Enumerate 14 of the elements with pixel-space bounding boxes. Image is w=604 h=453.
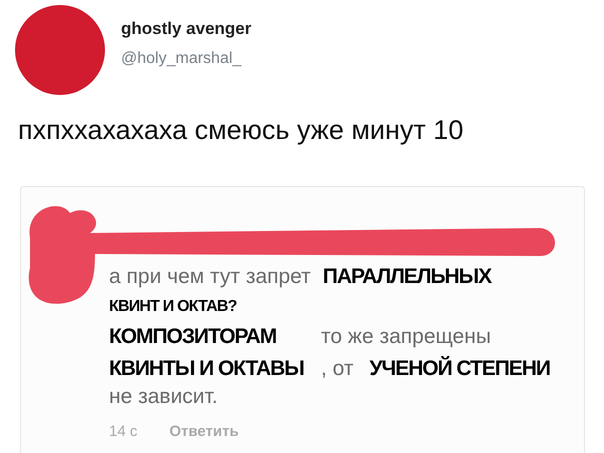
comment-text: КВИНТ И ОКТАВ? xyxy=(109,299,237,315)
comment-text: КВИНТЫ И ОКТАВЫ xyxy=(109,358,304,379)
comment-text: КОМПОЗИТОРАМ xyxy=(109,326,276,347)
comment-text: , от xyxy=(321,358,354,379)
comment-text: УЧЕНОЙ СТЕПЕНИ xyxy=(370,358,550,379)
reply-link[interactable]: Ответить xyxy=(169,421,239,444)
comment-text: ПАРАЛЛЕЛЬНЫХ xyxy=(322,266,492,287)
comment-text: не зависит. xyxy=(109,386,218,407)
comment-text: то же запрещены xyxy=(321,326,491,347)
tweet-text: пхпххахахаха смеюсь уже минут 10 xyxy=(17,117,464,144)
comment-text: а при чем тут запрет xyxy=(109,266,311,287)
author-name: ghostly avenger xyxy=(121,20,252,37)
author-handle: @holy_marshal_ xyxy=(121,51,242,67)
comment-time: 14 с xyxy=(109,422,138,442)
